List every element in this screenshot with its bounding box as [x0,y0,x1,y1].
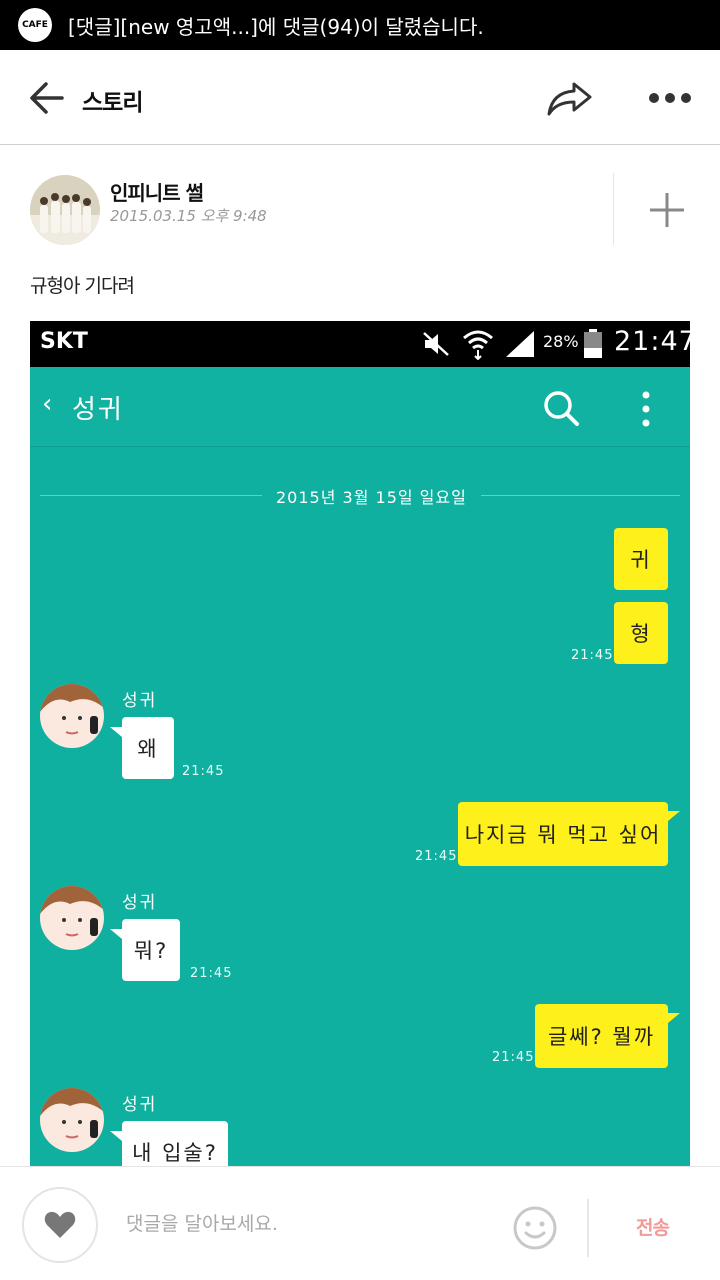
chat-screenshot-image: SKT 28% 21:47 ‹ 성귀 2015년 3월 15일 일요일 귀 21… [30,321,690,1166]
bubble-tail [668,811,680,821]
my-message: 형 [614,602,668,664]
heart-icon [44,1211,76,1238]
author-avatar[interactable] [30,175,100,245]
message-time: 21:45 [492,1050,535,1065]
like-button[interactable] [22,1187,98,1263]
chat-header: ‹ 성귀 [30,367,690,447]
emoticon-icon[interactable] [512,1205,558,1251]
post-date: 2015.03.15 오후 9:48 [110,207,267,225]
page-title: 스토리 [82,90,143,116]
friend-avatar [40,684,104,748]
sender-name: 성귀 [122,1095,158,1115]
signal-icon [506,331,534,357]
bubble-tail [110,727,122,737]
chat-title: 성귀 [72,395,124,425]
message-time: 21:45 [415,849,458,864]
comment-bar: 전송 [0,1166,720,1280]
message-time: 21:45 [190,966,233,981]
notification-text: [댓글][new 영고액...]에 댓글(94)이 달렸습니다. [68,14,484,39]
sender-name: 성귀 [122,691,158,711]
more-options-icon[interactable] [648,86,692,110]
notification-bar[interactable]: CAFE [댓글][new 영고액...]에 댓글(94)이 달렸습니다. [0,0,720,50]
my-message: 나지금 뭐 먹고 싶어 [458,802,668,866]
friend-message: 뭐? [122,919,180,981]
send-button[interactable]: 전송 [636,1213,670,1240]
comment-input[interactable] [126,1207,486,1241]
plus-icon[interactable] [648,191,686,229]
share-icon[interactable] [546,78,594,118]
phone-status-bar: SKT 28% 21:47 [30,321,690,367]
search-icon [544,391,579,426]
sender-name: 성귀 [122,893,158,913]
battery-icon [584,329,602,358]
carrier-label: SKT [40,329,88,354]
cafe-app-icon: CAFE [18,8,52,42]
divider [587,1199,589,1257]
friend-avatar [40,1088,104,1152]
wifi-icon [463,330,493,360]
bubble-tail [110,1131,122,1141]
friend-message: 왜 [122,717,174,779]
friend-avatar [40,886,104,950]
bubble-tail [110,929,122,939]
post-body: 규형아 기다려 [30,275,135,297]
phone-time: 21:47 [614,326,690,357]
divider [613,173,614,245]
bubble-tail [668,1013,680,1023]
mute-icon [423,332,449,356]
my-message: 글쎄? 뭘까 [535,1004,668,1068]
message-time: 21:45 [182,764,225,779]
app-bar: 스토리 [0,50,720,145]
message-time: 21:45 [571,648,614,663]
post-content: 인피니트 썰 2015.03.15 오후 9:48 규형아 기다려 SKT 28… [0,145,720,1166]
friend-message: 내 입술? [122,1121,228,1166]
chat-back-icon: ‹ [42,389,53,419]
battery-percent: 28% [543,332,579,351]
author-name[interactable]: 인피니트 썰 [110,177,204,206]
my-message: 귀 [614,528,668,590]
chat-more-icon [642,391,650,427]
date-divider: 2015년 3월 15일 일요일 [262,484,481,508]
back-arrow-icon[interactable] [26,80,66,116]
